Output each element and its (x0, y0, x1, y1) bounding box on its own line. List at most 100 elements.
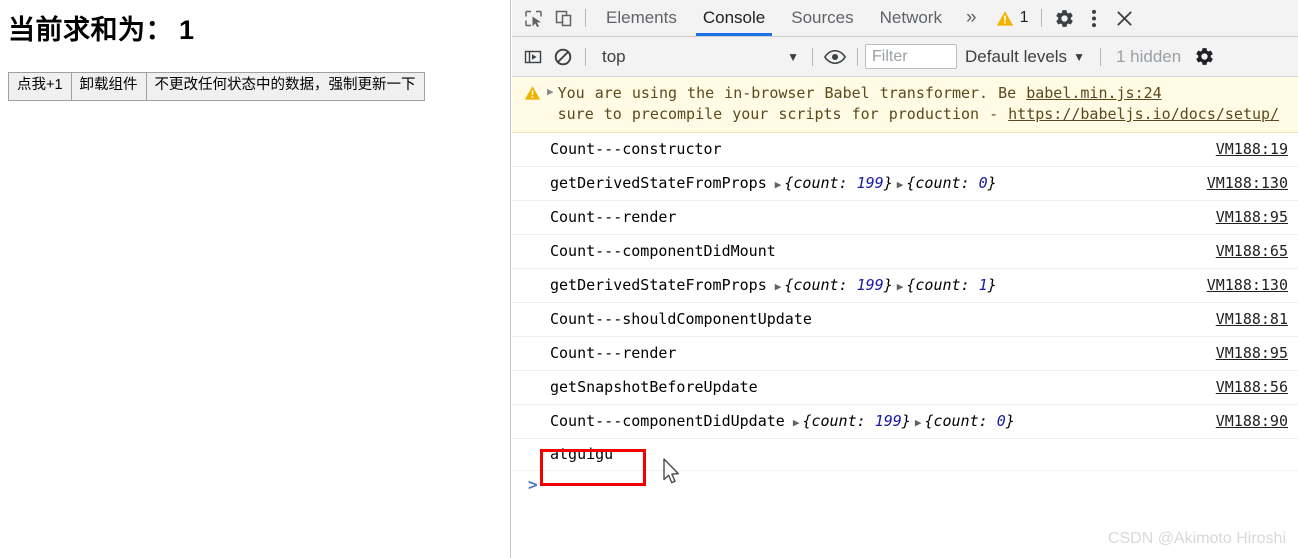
warning-triangle-icon (524, 85, 541, 108)
warning-source-link[interactable]: babel.min.js:24 (1026, 84, 1161, 102)
console-log-row[interactable]: getDerivedStateFromProps ▶ {count: 199} ▶… (512, 167, 1298, 201)
console-log-row[interactable]: getDerivedStateFromProps ▶ {count: 199} ▶… (512, 269, 1298, 303)
object-value: 0 (978, 173, 988, 192)
console-output-row[interactable]: atguigu (512, 439, 1298, 471)
console-log-row[interactable]: Count---render VM188:95 (512, 337, 1298, 371)
console-prompt-row[interactable]: > (512, 471, 1298, 497)
log-label: getDerivedStateFromProps (550, 275, 767, 294)
hidden-messages-label[interactable]: 1 hidden (1108, 47, 1189, 67)
object-key: count (811, 411, 857, 430)
object-key: count (915, 173, 961, 192)
object-key: count (793, 275, 839, 294)
inspect-element-icon[interactable] (518, 3, 548, 33)
warning-text-line2: sure to precompile your scripts for prod… (557, 105, 1009, 123)
console-log-row[interactable]: Count---componentDidMount VM188:65 (512, 235, 1298, 269)
log-source-link[interactable]: VM188:65 (1216, 241, 1288, 263)
unmount-component-button[interactable]: 卸载组件 (70, 72, 147, 101)
babel-docs-link[interactable]: https://babeljs.io/docs/setup/ (1008, 105, 1279, 123)
warning-message-text: You are using the in-browser Babel trans… (558, 83, 1288, 125)
expand-triangle-icon[interactable]: ▶ (775, 178, 782, 191)
log-label: Count---constructor (550, 139, 722, 158)
console-warning-message[interactable]: ▶ You are using the in-browser Babel tra… (512, 77, 1298, 133)
expand-triangle-icon[interactable]: ▶ (897, 178, 904, 191)
console-sidebar-icon[interactable] (518, 42, 548, 72)
chevron-down-icon: ▼ (787, 49, 799, 64)
console-log-row[interactable]: Count---shouldComponentUpdate VM188:81 (512, 303, 1298, 337)
expand-triangle-icon[interactable]: ▶ (775, 280, 782, 293)
chevron-down-icon-levels: ▼ (1073, 49, 1085, 64)
web-page-pane: 当前求和为： 1 点我+1 卸载组件 不更改任何状态中的数据，强制更新一下 (0, 0, 511, 558)
console-log-row[interactable]: Count---constructor VM188:19 (512, 133, 1298, 167)
prompt-chevron-icon: > (528, 474, 538, 494)
object-key: count (793, 173, 839, 192)
object-preview[interactable]: ▶ {count: 1} (897, 275, 997, 297)
warning-count-badge[interactable]: 1 (988, 9, 1035, 27)
toolbar-divider (585, 9, 586, 27)
expand-triangle-icon[interactable]: ▶ (547, 86, 554, 97)
sum-label: 当前求和为： (8, 15, 173, 45)
tab-elements[interactable]: Elements (593, 0, 690, 36)
log-label: Count---componentDidUpdate (550, 411, 785, 430)
expand-triangle-icon[interactable]: ▶ (897, 280, 904, 293)
log-label: Count---render (550, 343, 677, 362)
search-input[interactable]: Filter (865, 44, 957, 69)
log-source-link[interactable]: VM188:95 (1216, 207, 1288, 229)
object-preview[interactable]: ▶ {count: 199} (775, 275, 893, 297)
log-levels-select[interactable]: Default levels ▼ (957, 47, 1093, 67)
object-preview[interactable]: ▶ {count: 0} (897, 173, 997, 195)
watermark: CSDN @Akimoto Hiroshi (1107, 530, 1286, 547)
force-update-button[interactable]: 不更改任何状态中的数据，强制更新一下 (145, 72, 425, 101)
console-log-row[interactable]: getSnapshotBeforeUpdate VM188:56 (512, 371, 1298, 405)
log-source-link[interactable]: VM188:56 (1216, 377, 1288, 399)
execution-context-value: top (602, 46, 626, 66)
console-log-row[interactable]: Count---render VM188:95 (512, 201, 1298, 235)
devtools-panel: Elements Console Sources Network » 1 top… (512, 0, 1298, 558)
object-value: 199 (856, 173, 884, 192)
console-settings-gear-icon[interactable] (1189, 42, 1219, 72)
increment-button[interactable]: 点我+1 (8, 72, 72, 101)
expand-triangle-icon[interactable]: ▶ (793, 416, 800, 429)
object-preview[interactable]: ▶ {count: 199} (775, 173, 893, 195)
log-label: getSnapshotBeforeUpdate (550, 377, 758, 396)
devtools-tabbar: Elements Console Sources Network » 1 (512, 0, 1298, 37)
filterbar-divider-2 (812, 47, 813, 66)
page-title: 当前求和为： 1 (0, 0, 510, 46)
console-message-list[interactable]: ▶ You are using the in-browser Babel tra… (512, 77, 1298, 558)
log-levels-label: Default levels (965, 46, 1068, 66)
more-tabs-icon[interactable]: » (955, 0, 988, 36)
clear-console-icon[interactable] (548, 42, 578, 72)
execution-context-select[interactable]: top ▼ (593, 43, 805, 70)
object-value: 199 (874, 411, 902, 430)
warning-triangle-icon (996, 10, 1013, 26)
device-toolbar-icon[interactable] (548, 3, 578, 33)
log-label: atguigu (550, 444, 614, 463)
filterbar-divider-4 (1099, 47, 1101, 66)
log-source-link[interactable]: VM188:95 (1216, 343, 1288, 365)
gear-icon[interactable] (1049, 3, 1079, 33)
live-expression-icon[interactable] (820, 42, 850, 72)
object-key: count (933, 411, 979, 430)
expand-triangle-icon[interactable]: ▶ (915, 416, 922, 429)
log-label: Count---shouldComponentUpdate (550, 309, 812, 328)
console-log-row[interactable]: Count---componentDidUpdate ▶ {count: 199}… (512, 405, 1298, 439)
tab-console[interactable]: Console (690, 0, 778, 36)
filterbar-divider-3 (857, 47, 858, 66)
log-source-link[interactable]: VM188:130 (1207, 173, 1288, 195)
more-options-icon[interactable] (1079, 3, 1109, 33)
tab-network[interactable]: Network (867, 0, 955, 36)
screenshot-root: 当前求和为： 1 点我+1 卸载组件 不更改任何状态中的数据，强制更新一下 El… (0, 0, 1298, 558)
object-value: 1 (978, 275, 988, 294)
log-source-link[interactable]: VM188:130 (1207, 275, 1288, 297)
log-source-link[interactable]: VM188:81 (1216, 309, 1288, 331)
tab-sources[interactable]: Sources (778, 0, 866, 36)
log-source-link[interactable]: VM188:19 (1216, 139, 1288, 161)
log-source-link[interactable]: VM188:90 (1216, 411, 1288, 433)
close-icon[interactable] (1109, 3, 1139, 33)
object-preview[interactable]: ▶ {count: 0} (915, 411, 1015, 433)
log-label: getDerivedStateFromProps (550, 173, 767, 192)
object-key: count (915, 275, 961, 294)
object-value: 0 (996, 411, 1006, 430)
object-preview[interactable]: ▶ {count: 199} (793, 411, 911, 433)
sum-value: 1 (179, 15, 195, 45)
filterbar-divider-1 (585, 47, 586, 66)
